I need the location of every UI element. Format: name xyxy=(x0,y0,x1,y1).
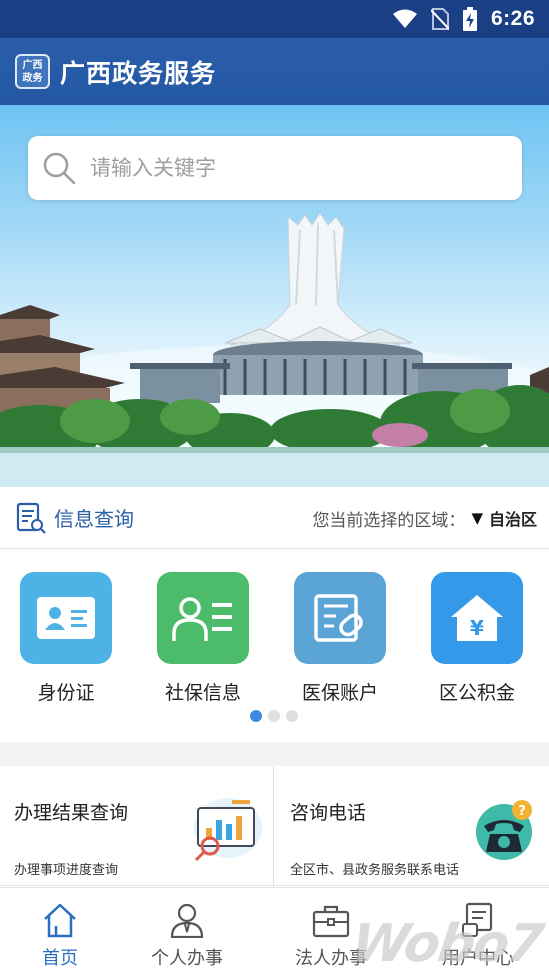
housing-fund-icon: ¥ xyxy=(431,572,523,664)
person-icon xyxy=(170,903,204,938)
app-logo-line1: 广西 xyxy=(22,59,43,71)
section-gap xyxy=(0,742,549,766)
service-label: 区公积金 xyxy=(438,682,515,704)
app-title: 广西政务服务 xyxy=(60,58,217,88)
svg-text:?: ? xyxy=(518,804,526,819)
card-subtitle: 办理事项进度查询 xyxy=(14,863,119,878)
quick-services: 身份证 社保信息 医保账户 ¥ 区公积金 xyxy=(0,550,549,742)
svg-text:¥: ¥ xyxy=(470,616,484,640)
info-query-title: 信息查询 xyxy=(54,507,134,531)
home-icon xyxy=(44,903,76,938)
region-label: 您当前选择的区域： xyxy=(312,510,466,531)
card-divider xyxy=(273,766,274,886)
service-label: 医保账户 xyxy=(301,682,378,704)
tab-label: 首页 xyxy=(42,948,78,969)
region-dropdown-icon: ▼ xyxy=(471,509,483,527)
pager-dot-active[interactable] xyxy=(250,710,262,722)
briefcase-icon xyxy=(312,905,350,938)
service-social-security[interactable]: 社保信息 xyxy=(153,572,253,705)
info-query-link[interactable]: 信息查询 xyxy=(16,502,134,534)
social-security-icon xyxy=(157,572,249,664)
document-search-icon xyxy=(16,502,46,534)
id-card-icon xyxy=(20,572,112,664)
app-bar: 广西 政务 广西政务服务 xyxy=(0,38,549,105)
card-title: 办理结果查询 xyxy=(14,802,129,824)
pager-dot[interactable] xyxy=(286,710,298,722)
telephone-icon: ? xyxy=(476,800,532,860)
pager-dot[interactable] xyxy=(268,710,280,722)
app-logo: 广西 政务 xyxy=(15,54,50,89)
search-icon xyxy=(43,152,76,185)
wifi-icon xyxy=(392,9,417,28)
card-subtitle: 全区市、县政务服务联系电话 xyxy=(290,863,460,878)
report-search-icon xyxy=(194,798,262,862)
service-label: 身份证 xyxy=(37,682,95,704)
info-query-bar: 信息查询 您当前选择的区域： ▼ 自治区 xyxy=(0,487,549,549)
carousel-pager xyxy=(250,710,298,722)
hotline-card[interactable]: 咨询电话 全区市、县政务服务联系电话 ? xyxy=(276,766,549,886)
watermark-logo: Wobo7 xyxy=(347,914,546,974)
app-logo-line2: 政务 xyxy=(22,72,43,84)
battery-charging-icon xyxy=(462,7,477,31)
region-value: 自治区 xyxy=(488,510,537,529)
result-query-card[interactable]: 办理结果查询 办理事项进度查询 xyxy=(0,766,273,886)
medical-insurance-icon xyxy=(294,572,386,664)
region-selector[interactable]: 您当前选择的区域： ▼ 自治区 xyxy=(312,487,537,549)
card-title: 咨询电话 xyxy=(290,802,367,824)
service-label: 社保信息 xyxy=(164,682,241,704)
search-input[interactable] xyxy=(90,156,490,180)
service-id-card[interactable]: 身份证 xyxy=(16,572,116,705)
search-bar[interactable] xyxy=(28,136,522,200)
tab-label: 个人办事 xyxy=(151,948,223,969)
status-bar: 6:26 xyxy=(0,0,549,38)
status-time: 6:26 xyxy=(490,7,535,30)
tab-personal[interactable]: 个人办事 xyxy=(127,888,247,976)
tab-home[interactable]: 首页 xyxy=(0,888,120,976)
service-housing-fund[interactable]: ¥ 区公积金 xyxy=(427,572,527,705)
no-sim-icon xyxy=(430,8,449,30)
service-medical-insurance[interactable]: 医保账户 xyxy=(290,572,390,705)
service-cards: 办理结果查询 办理事项进度查询 咨询电话 全区市、县政务服务联系电话 ? xyxy=(0,766,549,886)
